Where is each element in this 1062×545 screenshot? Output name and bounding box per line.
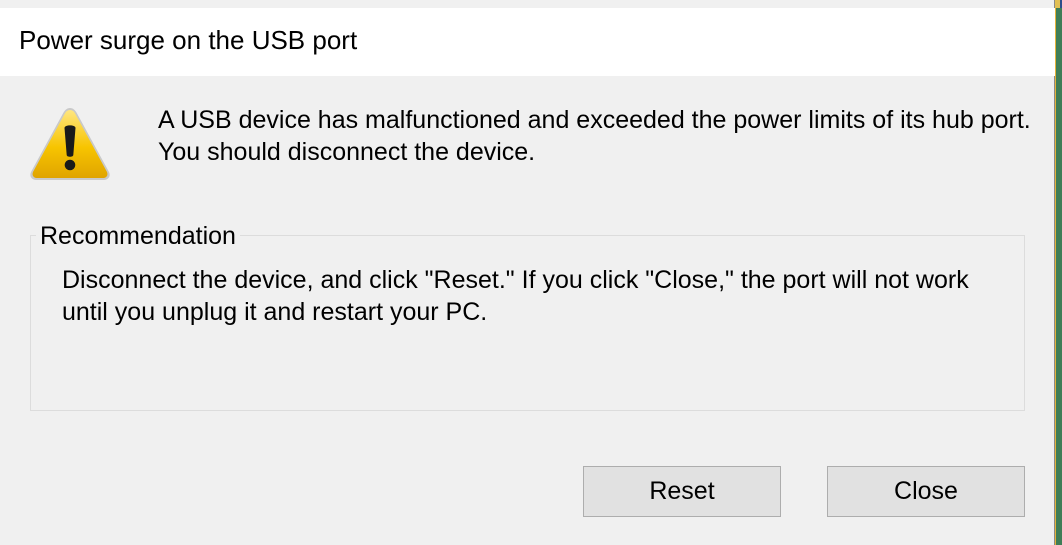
close-button[interactable]: Close bbox=[827, 466, 1025, 517]
dialog-title: Power surge on the USB port bbox=[19, 25, 358, 55]
dialog-titlebar: Power surge on the USB port bbox=[0, 8, 1055, 76]
recommendation-text: Disconnect the device, and click "Reset.… bbox=[62, 266, 969, 326]
warning-icon bbox=[30, 108, 110, 180]
dialog-message: A USB device has malfunctioned and excee… bbox=[158, 106, 1031, 166]
reset-button[interactable]: Reset bbox=[583, 466, 781, 517]
recommendation-heading: Recommendation bbox=[36, 222, 240, 250]
usb-power-surge-dialog: Power surge on the USB port A USB device… bbox=[0, 0, 1055, 545]
